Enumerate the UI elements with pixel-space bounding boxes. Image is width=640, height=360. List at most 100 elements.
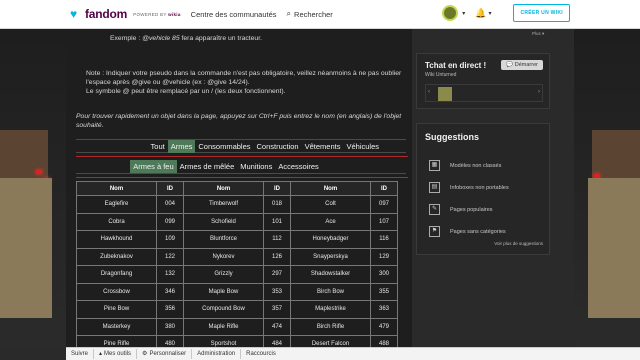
- follow-button[interactable]: Suivre: [66, 349, 95, 359]
- table-row: Masterkey 380 Maple Rifle 474 Birch Rifle 479: [76, 317, 398, 336]
- create-wiki-button[interactable]: CRÉER UN WIKI: [513, 4, 570, 22]
- tab-construction[interactable]: Construction: [254, 140, 302, 153]
- table-row: Zubeknakov 122 Nykorev 126 Snayperskya 129: [76, 247, 398, 266]
- suggestions-title: Suggestions: [425, 132, 480, 142]
- table-row: Eaglefire 004 Timberwolf 018 Colt 097: [76, 195, 398, 214]
- item-name-cell: Bluntforce: [183, 230, 264, 249]
- search-placeholder: Rechercher: [294, 9, 333, 19]
- item-name-cell: Timberwolf: [183, 195, 264, 214]
- search-icon: ⌕: [286, 9, 292, 18]
- suggestion-item[interactable]: ✎ Pages populaires: [429, 204, 493, 215]
- item-id-cell: 474: [263, 317, 291, 336]
- item-id-cell: 357: [263, 300, 291, 319]
- global-navigation: ♥ fandom POWERED BY wikia Centre des com…: [0, 0, 640, 29]
- item-name-cell: Grizzly: [183, 265, 264, 284]
- item-id-cell: 129: [370, 247, 398, 266]
- item-id-cell: 132: [156, 265, 184, 284]
- item-name-cell: Birch Bow: [290, 282, 371, 301]
- powered-by-wikia: POWERED BY wikia: [133, 11, 181, 17]
- item-id-cell: 484: [263, 335, 291, 347]
- item-name-cell: Ace: [290, 212, 371, 231]
- avatar[interactable]: [438, 87, 452, 101]
- item-id-cell: 300: [370, 265, 398, 284]
- notifications-bell-icon[interactable]: 🔔: [475, 8, 486, 19]
- gear-icon: ⚙: [142, 351, 148, 357]
- administration-link[interactable]: Administration: [192, 349, 242, 359]
- popular-pages-icon: ✎: [429, 204, 440, 215]
- item-name-cell: Maple Bow: [183, 282, 264, 301]
- item-id-cell: 101: [263, 212, 291, 231]
- column-header: Nom: [290, 181, 371, 196]
- table-row: Crossbow 346 Maple Bow 353 Birch Bow 355: [76, 282, 398, 301]
- suggestions-module: Suggestions ▦ Modèles non classés ▤ Info…: [416, 123, 550, 255]
- item-name-cell: Eaglefire: [76, 195, 157, 214]
- tab-tout[interactable]: Tout: [148, 140, 168, 153]
- tab-armes[interactable]: Armes: [167, 140, 196, 153]
- community-central-label: Centre des communautés: [190, 9, 277, 19]
- tab-munitions[interactable]: Munitions: [237, 160, 275, 173]
- my-tools-menu[interactable]: ▴ Mes outils: [94, 349, 138, 359]
- item-name-cell: Zubeknakov: [76, 247, 157, 266]
- search-field[interactable]: ⌕ Rechercher: [287, 9, 333, 19]
- tab-vetements[interactable]: Vêtements: [302, 140, 344, 153]
- chevron-down-icon[interactable]: ▾: [462, 10, 465, 17]
- item-id-cell: 109: [156, 230, 184, 249]
- tab-consommables[interactable]: Consommables: [195, 140, 253, 153]
- note-line: Le symbole @ peut être remplacé par un /…: [86, 88, 286, 95]
- item-name-cell: Maplestrike: [290, 300, 371, 319]
- divider: [76, 156, 408, 157]
- tab-armes-a-feu[interactable]: Armes à feu: [130, 160, 177, 173]
- more-suggestions-link[interactable]: Voir plus de suggestions: [494, 241, 543, 246]
- customize-button[interactable]: ⚙ Personnaliser: [137, 349, 193, 359]
- community-central-link[interactable]: Centre des communautés: [191, 10, 277, 19]
- shortcuts-link[interactable]: Raccourcis: [241, 349, 281, 359]
- start-chat-button[interactable]: 💬 Démarrer: [501, 60, 543, 70]
- item-id-cell: 297: [263, 265, 291, 284]
- item-name-cell: Pine Bow: [76, 300, 157, 319]
- chat-subtitle: Wiki Unturned: [425, 72, 457, 78]
- item-id-cell: 353: [263, 282, 291, 301]
- notifications-chevron-icon[interactable]: ▾: [488, 10, 491, 17]
- column-header: Nom: [76, 181, 157, 196]
- item-name-cell: Desert Falcon: [290, 335, 371, 347]
- fandom-logo[interactable]: ♥ fandom POWERED BY wikia: [70, 7, 181, 21]
- suggestion-item[interactable]: ⚑ Pages sans catégories: [429, 226, 506, 237]
- chevron-left-icon[interactable]: ‹: [428, 89, 430, 95]
- item-name-cell: Honeybadger: [290, 230, 371, 249]
- chevron-up-icon: ▴: [99, 351, 103, 357]
- chat-module: Tchat en direct ! Wiki Unturned 💬 Démarr…: [416, 53, 550, 109]
- item-name-cell: Maple Rifle: [183, 317, 264, 336]
- column-header: Nom: [183, 181, 264, 196]
- template-icon: ▦: [429, 160, 440, 171]
- avatar[interactable]: [442, 5, 459, 21]
- column-header: ID: [370, 181, 398, 196]
- suggestion-label: Modèles non classés: [450, 162, 502, 169]
- chat-title: Tchat en direct !: [425, 61, 487, 70]
- suggestion-item[interactable]: ▤ Infoboxes non portables: [429, 182, 509, 193]
- item-id-cell: 380: [156, 317, 184, 336]
- table-row: Pine Rifle 480 Sportshot 484 Desert Falcon 48…: [76, 335, 398, 347]
- item-name-cell: Schofield: [183, 212, 264, 231]
- category-tabs: Tout Armes Consommables Construction Vêt…: [76, 139, 406, 153]
- zombie-right-art: [584, 130, 640, 320]
- chevron-right-icon[interactable]: ›: [538, 89, 540, 95]
- item-name-cell: Hawkhound: [76, 230, 157, 249]
- note-text: Note : Indiquer votre pseudo dans la com…: [86, 69, 406, 96]
- example-text: Exemple : @vehicle 85 fera apparaître un…: [110, 35, 262, 42]
- chat-users-carousel: ‹ ›: [425, 84, 543, 102]
- subcategory-tabs: Armes à feu Armes de mêlée Munitions Acc…: [76, 160, 406, 174]
- tab-accessoires[interactable]: Accessoires: [275, 160, 321, 173]
- plus-link[interactable]: Plus ▾: [532, 31, 544, 37]
- suggestion-label: Pages sans catégories: [450, 228, 506, 235]
- item-name-cell: Sportshot: [183, 335, 264, 347]
- item-name-cell: Snayperskya: [290, 247, 371, 266]
- fandom-heart-icon: ♥: [70, 7, 78, 21]
- table-row: Hawkhound 109 Bluntforce 112 Honeybadger 116: [76, 230, 398, 249]
- item-id-cell: 004: [156, 195, 184, 214]
- tab-armes-de-melee[interactable]: Armes de mêlée: [177, 160, 238, 173]
- tab-vehicules[interactable]: Véhicules: [343, 140, 382, 153]
- search-hint: Pour trouver rapidement un objet dans la…: [76, 113, 402, 129]
- suggestion-item[interactable]: ▦ Modèles non classés: [429, 160, 501, 171]
- article-content: Exemple : @vehicle 85 fera apparaître un…: [66, 29, 412, 347]
- item-id-cell: 355: [370, 282, 398, 301]
